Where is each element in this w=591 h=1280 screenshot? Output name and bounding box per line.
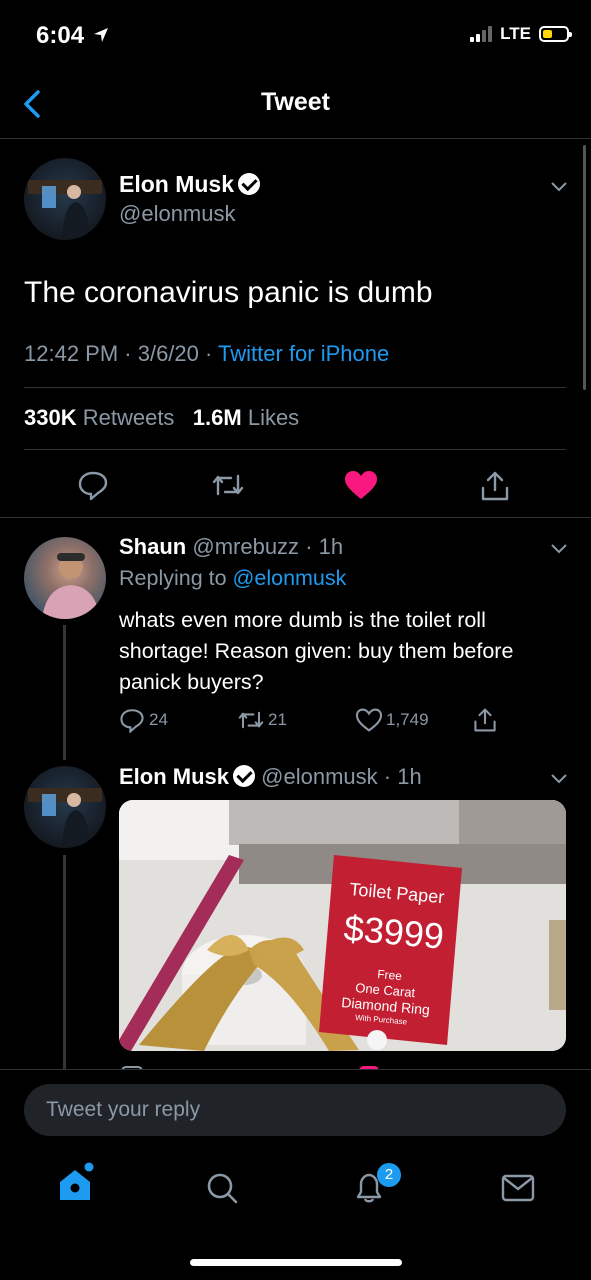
avatar-photo [28,788,102,846]
tweet-timestamp: 12:42 PM · 3/6/20 · [24,341,219,366]
composer-divider [0,1069,591,1070]
retweet-icon[interactable] [237,708,265,732]
likes-count: 1.6M [192,405,242,430]
home-indicator [190,1259,402,1266]
reply-author-handle[interactable]: @elonmusk [261,764,378,789]
sign-price: $3999 [342,907,445,957]
battery-icon [539,26,572,42]
share-icon[interactable] [480,470,510,502]
scrollbar[interactable] [583,145,586,390]
toilet-paper-photo: Toilet Paper $3999 Free One Carat Diamon… [119,800,566,1051]
tab-home[interactable] [55,1162,95,1206]
tweet-text: The coronavirus panic is dumb [24,276,433,309]
divider [24,449,566,450]
share-icon[interactable] [473,707,497,733]
retweet-icon[interactable] [211,470,245,500]
like-heart-icon[interactable] [344,470,378,500]
tweet-stats: 330K Retweets 1.6M Likes [24,405,299,431]
home-icon [60,1162,94,1200]
avatar-photo [42,553,100,619]
retweets-label: Retweets [82,405,175,430]
reply-author-name[interactable]: Shaun [119,534,186,559]
chevron-down-icon[interactable] [550,769,568,787]
reply-age: · 1h [383,764,422,789]
likes-label: Likes [247,405,300,430]
chevron-down-icon[interactable] [550,539,568,557]
author-name[interactable]: Elon Musk [119,171,234,197]
divider [24,387,566,388]
retweet-count: 21 [268,710,287,729]
retweets-count: 330K [24,405,77,430]
reply-text: whats even more dumb is the toilet roll … [119,608,514,694]
verified-badge-icon [238,173,261,195]
search-icon[interactable] [205,1171,239,1205]
location-arrow-icon [94,28,108,42]
tweet-meta: 12:42 PM · 3/6/20 · Twitter for iPhone [24,341,389,367]
page-title: Tweet [261,88,330,116]
avatar-photo [28,180,102,238]
thread-line [63,855,66,1070]
reply-author-handle[interactable]: @mrebuzz [192,534,299,559]
author-avatar[interactable] [24,158,106,240]
status-time: 6:04 [36,22,85,49]
author-name-row: Elon Musk [119,171,261,198]
replying-to-link[interactable]: @elonmusk [233,566,347,590]
chevron-down-icon[interactable] [550,177,568,195]
signal-icon [470,26,493,42]
status-indicators: LTE [470,24,572,44]
reply-icon[interactable] [119,707,145,733]
likes-stat[interactable]: 1.6M Likes [193,405,299,430]
reply-input[interactable]: Tweet your reply [24,1084,566,1136]
reply-count: 24 [149,710,168,729]
header-divider [0,138,591,139]
divider [0,517,591,518]
reply-avatar[interactable] [24,537,106,619]
tweet-photo[interactable]: Toilet Paper $3999 Free One Carat Diamon… [119,800,566,1051]
verified-badge-icon [233,765,256,787]
reply-avatar[interactable] [24,766,106,848]
replying-prefix: Replying to [119,566,233,590]
tweet-source-link[interactable]: Twitter for iPhone [218,341,389,366]
thread-line [63,625,66,760]
notifications-badge: 2 [377,1163,401,1187]
retweets-stat[interactable]: 330K Retweets [24,405,174,430]
replying-to: Replying to @elonmusk [119,566,346,591]
messages-mail-icon[interactable] [501,1174,535,1202]
reply-age: · 1h [305,534,344,559]
reply-icon[interactable] [77,469,109,501]
like-count: 1,749 [386,710,429,729]
sign-line-1: Free [377,967,403,983]
like-heart-outline-icon[interactable] [355,708,383,732]
reply-author-name[interactable]: Elon Musk [119,764,229,789]
reply-header: Shaun @mrebuzz · 1h [119,534,343,560]
reply-header: Elon Musk @elonmusk · 1h [119,764,422,790]
network-label: LTE [500,24,531,43]
author-handle[interactable]: @elonmusk [119,201,236,227]
